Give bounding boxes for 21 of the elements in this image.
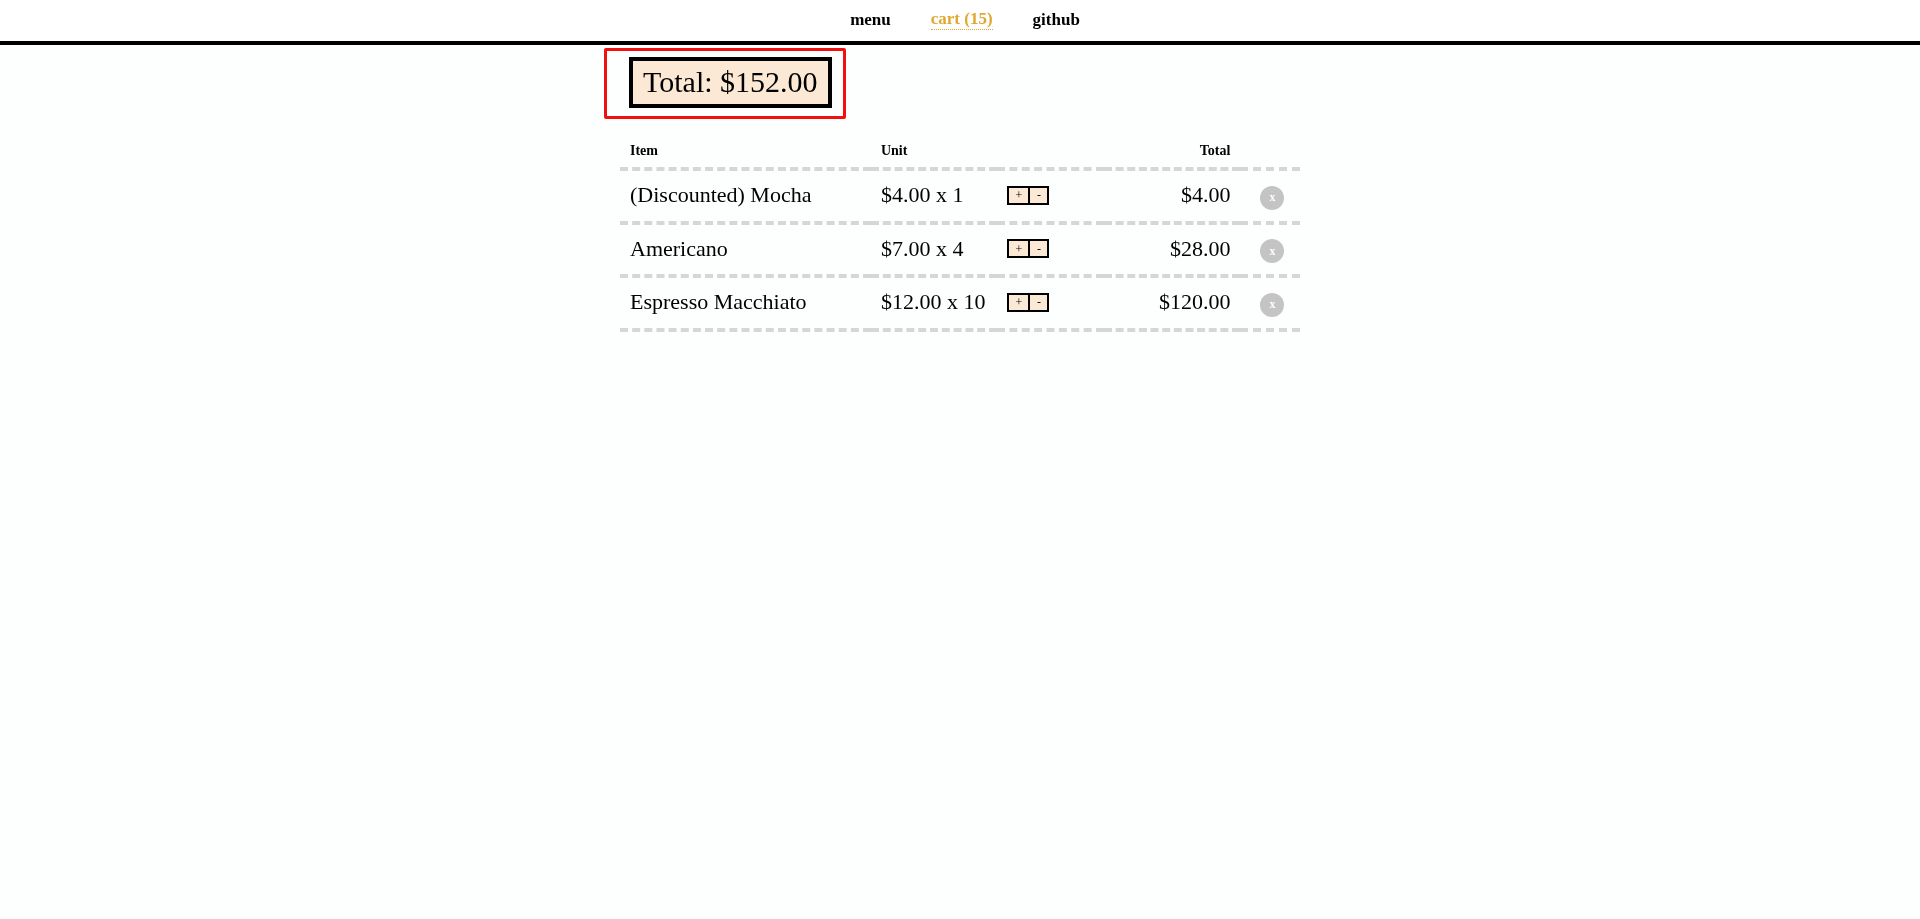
cart-total: Total: $152.00 bbox=[629, 57, 832, 108]
column-header: Total bbox=[1103, 135, 1241, 169]
table-cell: $7.00 x 4 bbox=[880, 235, 964, 261]
nav-link[interactable]: menu bbox=[850, 9, 891, 30]
increase-button[interactable]: + bbox=[1009, 241, 1029, 257]
table-cell: $120.00 bbox=[1158, 289, 1231, 315]
table-cell: $4.00 bbox=[1180, 182, 1231, 208]
decrease-button[interactable]: - bbox=[1028, 187, 1048, 203]
decrease-button[interactable]: - bbox=[1028, 241, 1048, 257]
column-header: Unit bbox=[870, 135, 998, 169]
table-cell: (Discounted) Mocha bbox=[630, 182, 812, 208]
table-cell: $28.00 bbox=[1169, 235, 1231, 261]
table-cell: Americano bbox=[630, 235, 728, 261]
table-cell: $4.00 x 1 bbox=[880, 182, 964, 208]
table-cell: Espresso Macchiato bbox=[630, 289, 807, 315]
table-cell: $12.00 x 10 bbox=[880, 289, 986, 315]
increase-button[interactable]: + bbox=[1009, 294, 1029, 310]
column-header: Item bbox=[620, 135, 871, 169]
increase-button[interactable]: + bbox=[1009, 187, 1029, 203]
decrease-button[interactable]: - bbox=[1028, 294, 1048, 310]
nav-link[interactable]: github bbox=[1032, 9, 1080, 30]
